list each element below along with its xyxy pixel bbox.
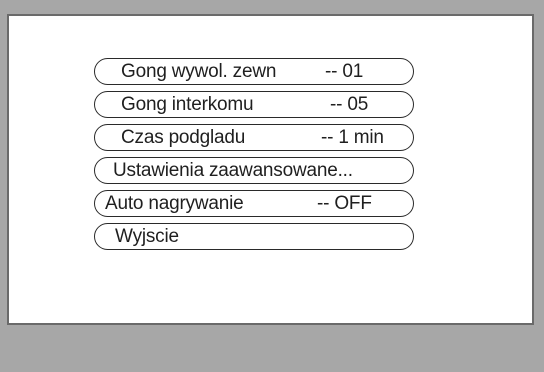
menu-screen: Gong wywol. zewn -- 01 Gong interkomu --… <box>7 14 534 325</box>
menu-item-label: Ustawienia zaawansowane... <box>113 159 353 181</box>
menu-item-auto-record[interactable]: Auto nagrywanie -- OFF <box>94 190 414 217</box>
bottom-frame-strip <box>0 327 544 372</box>
menu-item-preview-time[interactable]: Czas podgladu -- 1 min <box>94 124 414 151</box>
menu-item-label: Gong wywol. zewn <box>121 60 277 82</box>
menu-item-label: Gong interkomu <box>121 93 254 115</box>
menu-item-door-chime[interactable]: Gong wywol. zewn -- 01 <box>94 58 414 85</box>
menu-item-value: -- 01 <box>325 60 364 82</box>
settings-menu: Gong wywol. zewn -- 01 Gong interkomu --… <box>94 58 414 256</box>
menu-item-exit[interactable]: Wyjscie <box>94 223 414 250</box>
menu-item-intercom-chime[interactable]: Gong interkomu -- 05 <box>94 91 414 118</box>
menu-item-label: Auto nagrywanie <box>105 192 244 214</box>
menu-item-label: Wyjscie <box>115 225 179 247</box>
menu-item-value: -- 1 min <box>321 126 384 148</box>
top-frame-strip <box>0 0 544 10</box>
menu-item-label: Czas podgladu <box>121 126 246 148</box>
device-frame: Gong wywol. zewn -- 01 Gong interkomu --… <box>0 0 544 372</box>
menu-item-value: -- 05 <box>330 93 369 115</box>
menu-item-value: -- OFF <box>317 192 372 214</box>
menu-item-advanced-settings[interactable]: Ustawienia zaawansowane... <box>94 157 414 184</box>
